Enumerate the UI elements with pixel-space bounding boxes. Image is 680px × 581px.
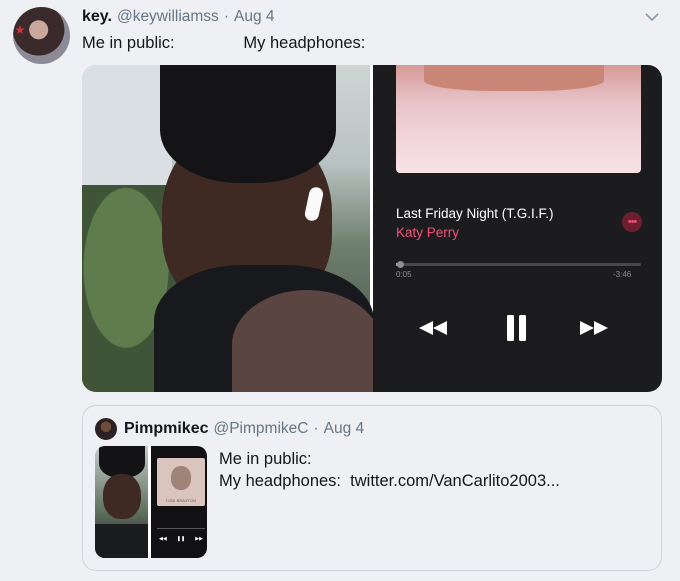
separator-dot: · [223, 8, 229, 25]
author-display-name[interactable]: key. [82, 8, 112, 26]
chevron-down-icon[interactable] [643, 10, 661, 24]
tweet-header: key. @keywilliamss · Aug 4 [82, 8, 275, 30]
quoted-author-handle: @PimpmikeC [213, 420, 309, 437]
rewind-icon [417, 320, 449, 336]
tweet-date[interactable]: Aug 4 [234, 8, 275, 26]
author-handle[interactable]: @keywilliamss [117, 8, 219, 26]
pause-icon: ❚❚ [176, 536, 186, 542]
rewind-icon: ◀◀ [159, 536, 167, 542]
quoted-tweet-date: Aug 4 [323, 420, 365, 437]
more-options-icon: ••• [622, 212, 642, 232]
fast-forward-icon [578, 320, 610, 336]
quoted-album-artwork: TONI BRAXTON [157, 458, 205, 506]
quoted-photo [95, 446, 148, 558]
quoted-tweet-header: Pimpmikec @PimpmikeC · Aug 4 [124, 420, 364, 438]
album-artwork [396, 65, 641, 173]
quoted-text-line-1: Me in public: [219, 450, 312, 468]
tweet-text: Me in public: My headphones: [82, 34, 366, 52]
progress-scrubber [396, 261, 641, 268]
fast-forward-icon: ▶▶ [195, 536, 203, 542]
quoted-media-thumbnail[interactable]: TONI BRAXTON ◀◀ ❚❚ ▶▶ [95, 446, 207, 558]
photo-man-with-earbud[interactable] [82, 65, 382, 392]
quoted-author-avatar [95, 418, 117, 440]
quoted-text-line-2: My headphones: twitter.com/VanCarlito200… [219, 472, 560, 490]
star-icon [15, 25, 25, 35]
author-avatar[interactable] [13, 7, 70, 64]
separator-dot: · [313, 420, 319, 437]
pause-icon [506, 315, 528, 341]
quoted-author-name: Pimpmikec [124, 420, 209, 437]
music-player-screenshot[interactable]: Last Friday Night (T.G.I.F.) Katy Perry … [373, 65, 662, 392]
time-remaining: -3:46 [613, 270, 632, 279]
quoted-player-screenshot: TONI BRAXTON ◀◀ ❚❚ ▶▶ [151, 446, 207, 558]
track-title: Last Friday Night (T.G.I.F.) [396, 206, 554, 221]
album-art-text: TONI BRAXTON [165, 499, 197, 503]
tweet-media[interactable]: Last Friday Night (T.G.I.F.) Katy Perry … [82, 65, 662, 392]
track-artist: Katy Perry [396, 225, 460, 240]
quoted-tweet[interactable]: Pimpmikec @PimpmikeC · Aug 4 TONI BRAXTO… [82, 405, 662, 571]
time-elapsed: 0:05 [396, 270, 412, 279]
quoted-tweet-text: Me in public: My headphones: twitter.com/… [219, 448, 560, 492]
